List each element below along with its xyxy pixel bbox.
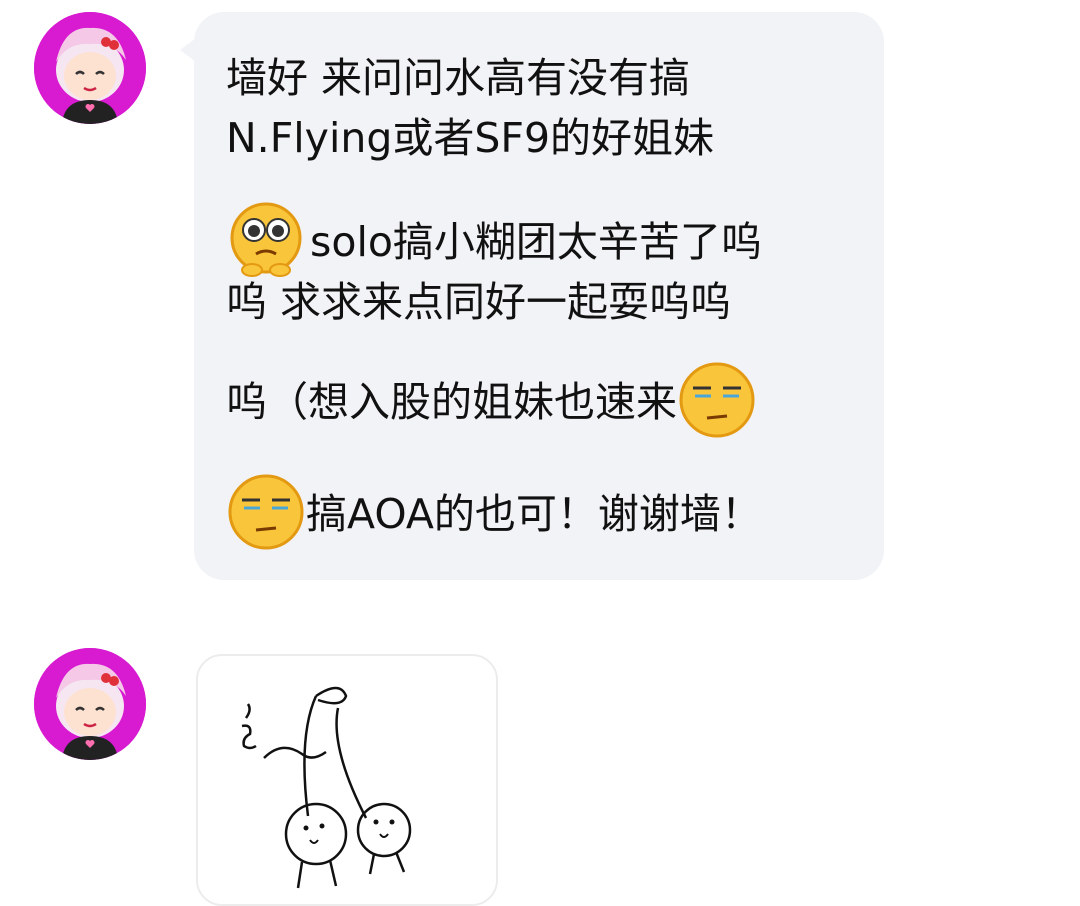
cherry-doodle-sticker xyxy=(241,686,412,889)
message-line: 呜（想入股的姐妹也速来 xyxy=(226,378,677,426)
message-line: 墙好 来问问水高有没有搞 xyxy=(226,54,691,102)
message-line: 呜 求求来点同好一起耍呜呜 xyxy=(226,278,732,326)
message-bubble-image[interactable] xyxy=(196,654,498,906)
message-line-with-emoji: 搞AOA的也可！谢谢墙！ xyxy=(226,472,762,562)
message-bubble-text[interactable]: 墙好 来问问水高有没有搞 N.Flying或者SF9的好姐妹 solo搞小糊团太… xyxy=(194,12,884,580)
sender-avatar[interactable] xyxy=(34,648,146,760)
avatar-illustration xyxy=(34,12,146,124)
smirk-face-emoji xyxy=(226,472,306,562)
message-line-with-emoji: 呜（想入股的姐妹也速来 xyxy=(226,360,757,450)
message-line: solo搞小糊团太辛苦了呜 xyxy=(310,218,762,266)
sender-avatar[interactable] xyxy=(34,12,146,124)
smirk-face-emoji xyxy=(677,360,757,450)
message-line: 搞AOA的也可！谢谢墙！ xyxy=(306,490,762,538)
message-line: N.Flying或者SF9的好姐妹 xyxy=(226,114,715,162)
avatar-illustration xyxy=(34,648,146,760)
